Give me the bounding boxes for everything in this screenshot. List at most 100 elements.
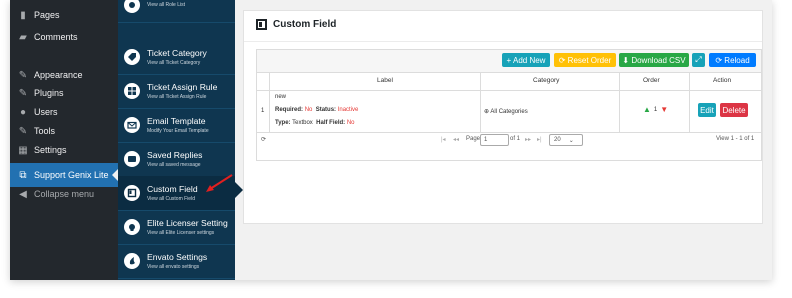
- first-page-icon[interactable]: |◂: [441, 136, 446, 143]
- row-number: 1: [261, 108, 265, 114]
- tools-icon: ✎: [18, 125, 28, 137]
- chevron-down-icon: ⌄: [568, 137, 574, 144]
- type-label: Type:: [275, 120, 291, 126]
- delete-button[interactable]: Delete: [720, 103, 748, 117]
- plugin-item-elite-licenser[interactable]: Elite Licenser Setting View all Elite Lic…: [118, 210, 235, 245]
- expand-button[interactable]: ⤢: [692, 53, 705, 67]
- plugin-item-ticket-assign-rule[interactable]: Ticket Assign Rule View all Ticket Assign…: [118, 74, 235, 109]
- per-page-value: 20: [554, 137, 561, 143]
- field-required-status: Required: No Status: Inactive: [275, 107, 358, 113]
- custom-field-table: + Add New ⟳ Reset Order ⬇ Download CSV ⤢…: [256, 49, 762, 161]
- plugin-item-title: Elite Licenser Setting: [147, 217, 228, 228]
- records-summary: View 1 - 1 of 1: [716, 136, 755, 142]
- menu-item-settings[interactable]: ▦ Settings: [10, 138, 118, 162]
- type-value: Textbox: [292, 120, 313, 126]
- expand-icon: ⤢: [695, 55, 702, 64]
- menu-label: Users: [34, 107, 58, 117]
- menu-label: Settings: [34, 145, 67, 155]
- plugin-item-title: Envato Settings: [147, 251, 208, 262]
- prev-page-icon[interactable]: ◂◂: [453, 136, 459, 143]
- plugin-item-subtitle: View all Elite Licenser settings: [147, 229, 215, 236]
- half-field-label: Half Field:: [316, 120, 346, 126]
- refresh-icon[interactable]: ⟳: [261, 136, 266, 143]
- status-label: Status:: [315, 107, 337, 113]
- move-down-icon[interactable]: ▼: [660, 105, 668, 114]
- reload-button[interactable]: ⟳ Reload: [709, 53, 756, 67]
- last-page-icon[interactable]: ▸|: [537, 136, 542, 143]
- half-field-value: No: [346, 120, 355, 126]
- column-header-order[interactable]: Order: [643, 77, 660, 84]
- column-header-category[interactable]: Category: [533, 77, 559, 84]
- field-name: new: [275, 94, 287, 100]
- plugin-item-subtitle: Modify Your Email Template: [147, 127, 209, 134]
- plugin-item-title: Custom Field: [147, 183, 198, 194]
- move-up-icon[interactable]: ▲: [643, 105, 651, 114]
- plugins-icon: ✎: [18, 87, 28, 99]
- page-title: Custom Field: [256, 19, 336, 30]
- column-header-label[interactable]: Label: [377, 77, 393, 84]
- support-icon: ⧉: [19, 169, 27, 181]
- status-value: Inactive: [337, 107, 359, 113]
- menu-label: Tools: [34, 126, 56, 136]
- plugin-item-email-template[interactable]: Email Template Modify Your Email Template: [118, 108, 235, 143]
- menu-label: Plugins: [34, 88, 64, 98]
- envato-icon: [124, 253, 140, 269]
- menu-label: Pages: [34, 10, 60, 20]
- inbox-icon: [124, 151, 140, 167]
- table-row[interactable]: 1 new Required: No Status: Inactive Type…: [257, 90, 761, 133]
- plugin-item-role-list[interactable]: View all Role List: [118, 0, 235, 23]
- menu-label: Support Genix Lite: [34, 170, 109, 180]
- menu-label: Appearance: [34, 70, 83, 80]
- order-value: 1: [653, 106, 658, 113]
- category-cell: ⊕ All Categories: [484, 109, 528, 115]
- comments-icon: ▰: [19, 31, 27, 43]
- page-label: Page: [466, 136, 481, 142]
- field-type-half: Type: Textbox Half Field: No: [275, 120, 355, 126]
- plugin-item-saved-replies[interactable]: Saved Replies View all saved message: [118, 142, 235, 177]
- collapse-icon: ◀: [19, 188, 27, 200]
- plugin-item-subtitle: View all envato settings: [147, 263, 200, 270]
- menu-item-pages[interactable]: ▮ Pages: [10, 3, 118, 27]
- column-header-action[interactable]: Action: [713, 77, 731, 84]
- next-page-icon[interactable]: ▸▸: [525, 136, 531, 143]
- appearance-icon: ✎: [18, 69, 28, 81]
- plugin-item-subtitle: View all Ticket Assign Rule: [147, 93, 207, 100]
- plugin-item-subtitle: View all Role List: [147, 2, 185, 8]
- users-icon: ●: [19, 106, 27, 118]
- wp-admin-menu: ▮ Pages ▰ Comments ✎ Appearance ✎ Plugin…: [10, 0, 118, 280]
- browser-frame: ▮ Pages ▰ Comments ✎ Appearance ✎ Plugin…: [10, 0, 772, 280]
- tag-icon: [124, 49, 140, 65]
- edit-button[interactable]: Edit: [698, 103, 716, 117]
- menu-item-comments[interactable]: ▰ Comments: [10, 25, 118, 49]
- annotation-arrow-icon: [206, 174, 233, 192]
- download-csv-button[interactable]: ⬇ Download CSV: [619, 53, 689, 67]
- plugin-item-title: Saved Replies: [147, 149, 203, 160]
- page-title-text: Custom Field: [273, 19, 337, 30]
- plugin-item-subtitle: View all Ticket Category: [147, 59, 201, 66]
- order-cell: ▲ 1 ▼: [643, 105, 668, 114]
- menu-label: Comments: [34, 32, 78, 42]
- settings-icon: ▦: [18, 144, 28, 156]
- add-new-button[interactable]: + Add New: [502, 53, 550, 67]
- plugin-item-subtitle: View all Custom Field: [147, 195, 195, 202]
- menu-item-collapse[interactable]: ◀ Collapse menu: [10, 182, 118, 206]
- divider: [244, 41, 762, 42]
- pager: ⟳ |◂ ◂◂ Page 1 of 1 ▸▸ ▸| 20 ⌄ View 1 - …: [257, 132, 761, 148]
- plugin-item-title: Ticket Category: [147, 47, 207, 58]
- menu-label: Collapse menu: [34, 189, 95, 199]
- custom-field-panel: Custom Field + Add New ⟳ Reset Order ⬇ D…: [243, 10, 763, 224]
- plugin-item-ticket-category[interactable]: Ticket Category View all Ticket Category: [118, 40, 235, 75]
- page-input[interactable]: 1: [480, 134, 509, 146]
- per-page-select[interactable]: 20 ⌄: [549, 134, 583, 146]
- table-toolbar: + Add New ⟳ Reset Order ⬇ Download CSV ⤢…: [257, 50, 761, 73]
- required-label: Required:: [275, 107, 304, 113]
- license-icon: [124, 219, 140, 235]
- plugin-item-envato-settings[interactable]: Envato Settings View all envato settings: [118, 244, 235, 279]
- plugin-item-title: Ticket Assign Rule: [147, 81, 218, 92]
- required-value: No: [304, 107, 313, 113]
- table-header: Label Category Order Action: [257, 72, 761, 91]
- plugin-item-title: Email Template: [147, 115, 206, 126]
- plugin-sidebar: View all Role List Ticket Category View a…: [118, 0, 235, 280]
- grid-icon: [124, 83, 140, 99]
- reset-order-button[interactable]: ⟳ Reset Order: [554, 53, 616, 67]
